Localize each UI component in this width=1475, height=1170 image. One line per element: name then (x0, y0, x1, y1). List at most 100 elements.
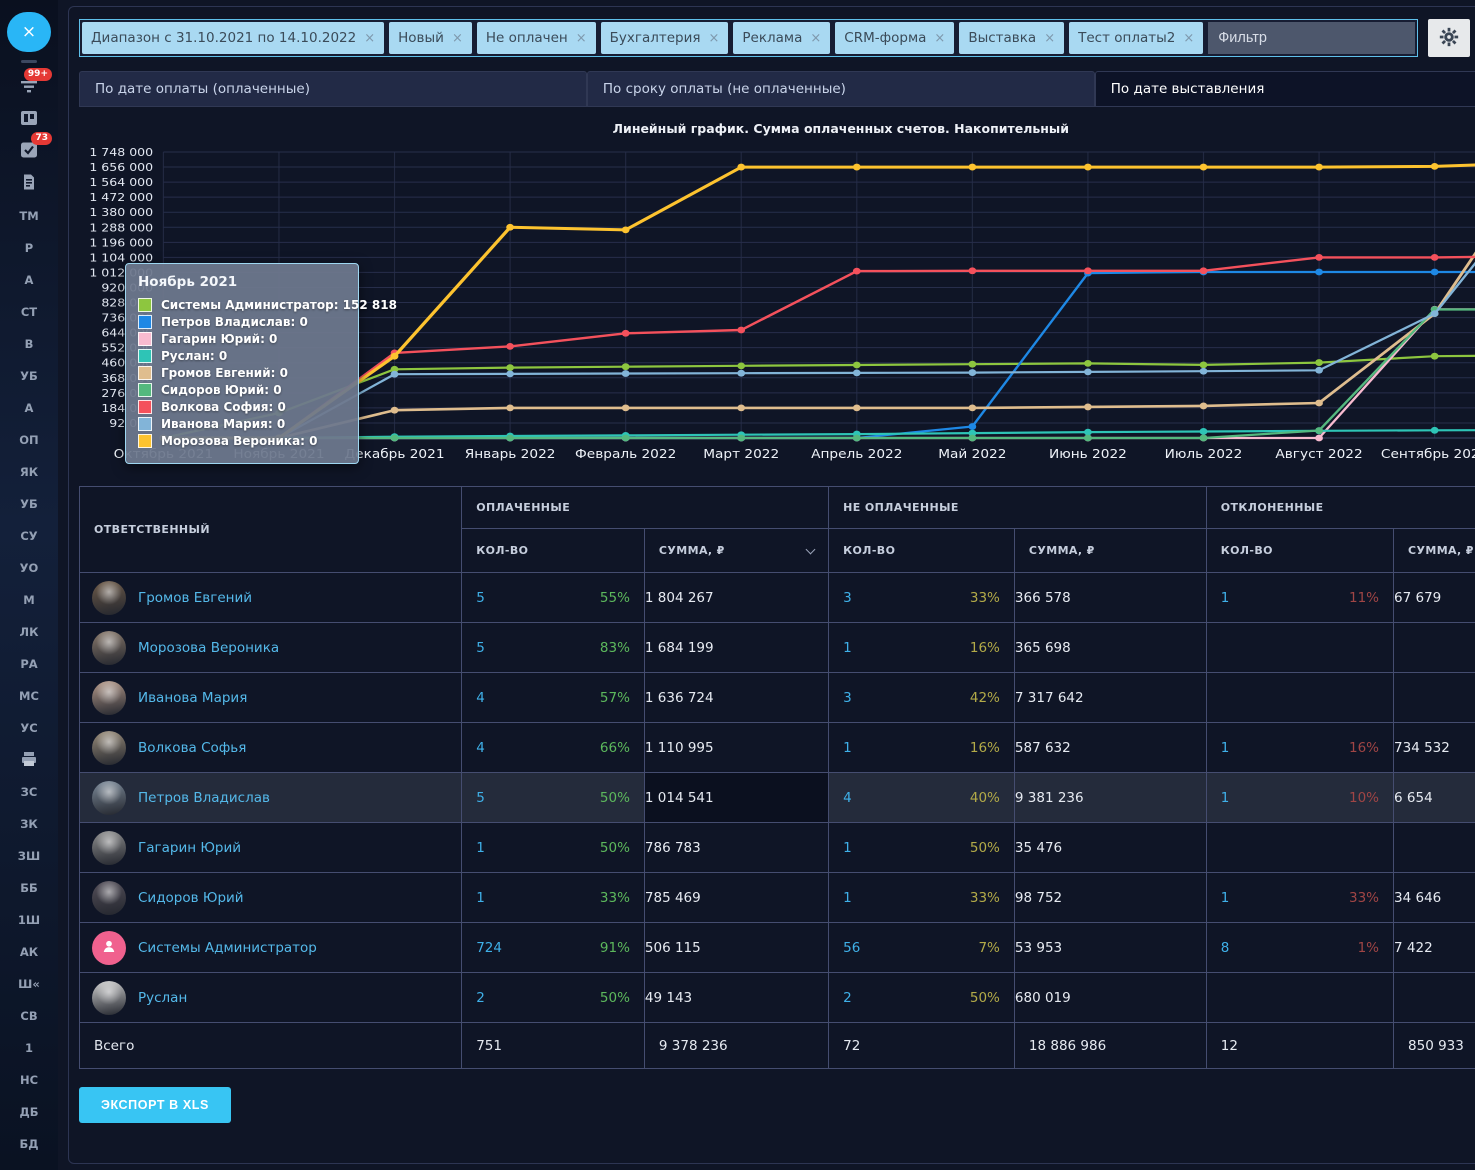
sidebar-shortcut[interactable]: УО (18, 552, 40, 584)
tooltip-item-label: Морозова Вероника: 0 (161, 434, 318, 448)
declined-count-cell (1206, 973, 1393, 1023)
sidebar-shortcut[interactable]: А (18, 392, 40, 424)
responsible-link[interactable]: Громов Евгений (138, 590, 252, 606)
chart-point (1315, 435, 1323, 442)
chip-close-icon[interactable]: × (452, 31, 463, 46)
unpaid-percent: 16% (970, 640, 1000, 656)
sidebar-shortcut[interactable]: А (18, 264, 40, 296)
sidebar-shortcut[interactable]: 1Ш (18, 904, 40, 936)
sidebar-shortcut[interactable]: Ш« (18, 968, 40, 1000)
chart-point (968, 369, 976, 376)
paid-count-cell: 457% (462, 673, 645, 723)
close-menu-button[interactable]: × (7, 12, 51, 52)
tab-2[interactable]: По сроку оплаты (не оплаченные) (587, 71, 1095, 107)
chip-close-icon[interactable]: × (934, 31, 945, 46)
paid-percent: 66% (600, 740, 630, 756)
paid-percent: 33% (600, 890, 630, 906)
sidebar-shortcut[interactable]: БД (18, 1128, 40, 1160)
filter-chip[interactable]: Реклама× (733, 22, 830, 54)
device-menu-item[interactable] (18, 744, 40, 776)
responsible-link[interactable]: Петров Владислав (138, 790, 270, 806)
sidebar-shortcut[interactable]: ЗШ (18, 840, 40, 872)
sidebar-shortcut[interactable]: УБ (18, 488, 40, 520)
sidebar-shortcut[interactable]: СТ (18, 296, 40, 328)
sidebar-shortcut[interactable]: СВ (18, 1000, 40, 1032)
sidebar-shortcut[interactable]: МС (18, 680, 40, 712)
paid-count: 5 (476, 590, 485, 606)
filter-chip[interactable]: Бухгалтерия× (601, 22, 729, 54)
filter-input[interactable] (1208, 22, 1415, 54)
sidebar-shortcut[interactable]: ДБ (18, 1096, 40, 1128)
filter-chip[interactable]: Диапазон с 31.10.2021 по 14.10.2022× (82, 22, 384, 54)
responsible-cell: Волкова Софья (80, 723, 462, 773)
tasks-menu-item[interactable]: 73 (9, 136, 49, 167)
unpaid-sum: 365 698 (1014, 623, 1206, 673)
filter-box[interactable]: Диапазон с 31.10.2021 по 14.10.2022×Новы… (79, 19, 1418, 57)
feed-menu-item[interactable]: 99+ (9, 72, 49, 103)
filter-chip[interactable]: Новый× (389, 22, 472, 54)
sidebar-shortcut[interactable]: НС (18, 1064, 40, 1096)
responsible-cell: Руслан (80, 973, 462, 1023)
sidebar-shortcut[interactable]: ЗС (18, 776, 40, 808)
sidebar-shortcut[interactable]: УБ (18, 360, 40, 392)
sidebar-shortcut[interactable]: ОП (18, 424, 40, 456)
responsible-link[interactable]: Системы Администратор (138, 940, 317, 956)
responsible-link[interactable]: Руслан (138, 990, 187, 1006)
sidebar-shortcut[interactable]: 1 (18, 1032, 40, 1064)
chip-close-icon[interactable]: × (1183, 31, 1194, 46)
responsible-link[interactable]: Морозова Вероника (138, 640, 279, 656)
unpaid-count: 1 (843, 890, 852, 906)
chart-point (853, 362, 861, 369)
chart-point (853, 164, 861, 171)
table-row: Сидоров Юрий133%785 469133%98 752133%34 … (80, 873, 1475, 923)
filter-settings-button[interactable] (1428, 19, 1470, 57)
tab-1[interactable]: По дате оплаты (оплаченные) (79, 71, 587, 107)
tooltip-item: Руслан: 0 (138, 349, 346, 363)
chart-point (853, 404, 861, 411)
sidebar-shortcut[interactable]: УС (18, 712, 40, 744)
menu-grip[interactable] (21, 60, 37, 63)
chip-close-icon[interactable]: × (708, 31, 719, 46)
responsible-link[interactable]: Сидоров Юрий (138, 890, 244, 906)
sidebar-shortcut[interactable]: ТМ (18, 200, 40, 232)
sidebar-shortcut[interactable]: ЯК (18, 456, 40, 488)
unpaid-sum: 98 752 (1014, 873, 1206, 923)
paid-count: 4 (476, 690, 485, 706)
sidebar-shortcut[interactable]: В (18, 328, 40, 360)
chip-close-icon[interactable]: × (1044, 31, 1055, 46)
filter-chip[interactable]: CRM-форма× (835, 22, 954, 54)
filter-chip[interactable]: Тест оплаты2× (1069, 22, 1203, 54)
unpaid-sum: 7 317 642 (1014, 673, 1206, 723)
sidebar-shortcut[interactable]: ББ (18, 872, 40, 904)
y-axis-tick: 1 564 000 (89, 176, 153, 189)
x-axis-tick: Июнь 2022 (1049, 448, 1127, 462)
chart-line-1 (163, 272, 1475, 438)
header-paid-sum-sort[interactable]: СУММА, ₽ (644, 529, 828, 573)
export-xls-button[interactable]: ЭКСПОРТ В XLS (79, 1087, 231, 1123)
unpaid-count-cell: 150% (829, 823, 1015, 873)
chart-point (1084, 360, 1092, 367)
sidebar-shortcut[interactable]: РА (18, 648, 40, 680)
sidebar-shortcut[interactable]: АК (18, 936, 40, 968)
responsible-link[interactable]: Иванова Мария (138, 690, 247, 706)
table-row: Морозова Вероника583%1 684 199116%365 69… (80, 623, 1475, 673)
tooltip-item: Громов Евгений: 0 (138, 366, 346, 380)
chip-close-icon[interactable]: × (364, 31, 375, 46)
responsible-link[interactable]: Гагарин Юрий (138, 840, 241, 856)
sidebar-shortcut[interactable]: СУ (18, 520, 40, 552)
chip-close-icon[interactable]: × (810, 31, 821, 46)
sidebar-shortcut[interactable]: ЗК (18, 808, 40, 840)
sidebar-shortcut[interactable]: М (18, 584, 40, 616)
chart-point (968, 267, 976, 274)
responsible-link[interactable]: Волкова Софья (138, 740, 246, 756)
sidebar-shortcut[interactable]: ЛК (18, 616, 40, 648)
chip-close-icon[interactable]: × (576, 31, 587, 46)
left-sidebar-shortcuts: ТМРАСТВУБАОПЯКУБСУУОМЛКРАМСУСЗСЗКЗШББ1ША… (18, 200, 40, 1160)
sidebar-shortcut[interactable]: Р (18, 232, 40, 264)
feed-badge: 99+ (24, 68, 52, 81)
documents-menu-item[interactable] (9, 168, 49, 199)
kanban-menu-item[interactable] (9, 104, 49, 135)
filter-chip[interactable]: Не оплачен× (477, 22, 596, 54)
tab-3[interactable]: По дате выставления (1095, 71, 1475, 107)
filter-chip[interactable]: Выставка× (959, 22, 1064, 54)
